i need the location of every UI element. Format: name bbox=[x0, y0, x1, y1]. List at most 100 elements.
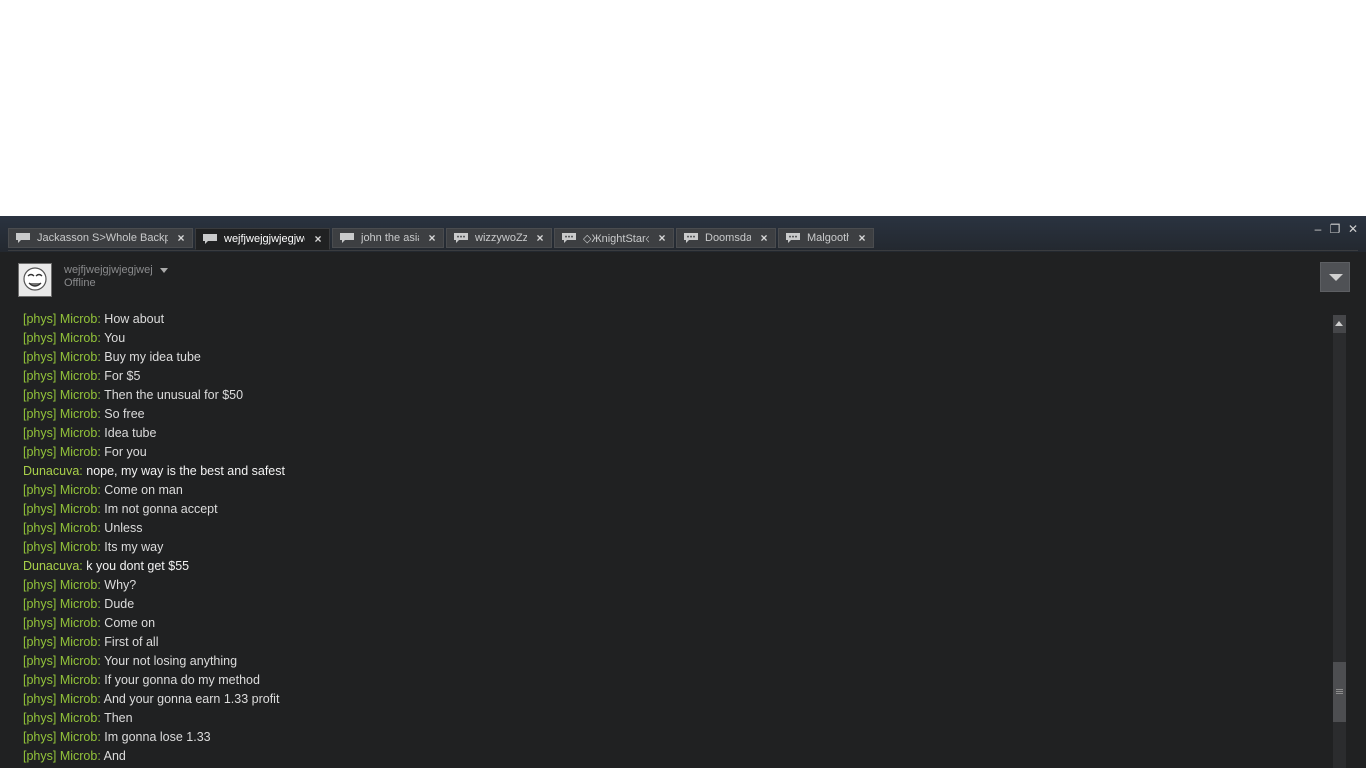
scroll-up-button[interactable] bbox=[1333, 315, 1346, 333]
message-text: Buy my idea tube bbox=[104, 350, 201, 364]
chat-tab[interactable]: Doomsday × bbox=[676, 228, 776, 248]
message-text: And your gonna earn 1.33 profit bbox=[103, 692, 280, 706]
message-text: How about bbox=[104, 312, 165, 326]
message-text: k you dont get $55 bbox=[86, 559, 190, 573]
chat-message: Dunacuva: k you dont get $55 bbox=[23, 557, 1313, 576]
title-bar: Jackasson S>Whole Backp... × wejfjwejgjwje… bbox=[0, 216, 1366, 252]
message-sender[interactable]: [phys] Microb bbox=[23, 350, 97, 364]
chat-bubble-dots-icon bbox=[684, 233, 698, 243]
message-text: Unless bbox=[104, 521, 143, 535]
chat-message: [phys] Microb: Why? bbox=[23, 576, 1313, 595]
message-sender[interactable]: [phys] Microb bbox=[23, 578, 97, 592]
message-text: You bbox=[104, 331, 126, 345]
message-sender[interactable]: [phys] Microb bbox=[23, 711, 97, 725]
message-sender[interactable]: [phys] Microb bbox=[23, 369, 97, 383]
chat-message: [phys] Microb: Come on bbox=[23, 614, 1313, 633]
message-sender[interactable]: [phys] Microb bbox=[23, 540, 97, 554]
chat-tab-label: wejfjwejgjwjegjwej bbox=[224, 233, 305, 245]
message-sender[interactable]: [phys] Microb bbox=[23, 312, 97, 326]
chat-tab-label: Malgooth bbox=[807, 232, 849, 244]
chat-tab-label: john the asian bbox=[361, 232, 419, 244]
close-tab-icon[interactable]: × bbox=[535, 231, 545, 245]
chat-tab[interactable]: Malgooth × bbox=[778, 228, 874, 248]
chat-message: [phys] Microb: So free bbox=[23, 405, 1313, 424]
chat-message: Dunacuva: nope, my way is the best and s… bbox=[23, 462, 1313, 481]
message-sender[interactable]: Dunacuva bbox=[23, 464, 79, 478]
chat-message: [phys] Microb: And your gonna earn 1.33 … bbox=[23, 690, 1313, 709]
message-text: Come on man bbox=[104, 483, 183, 497]
close-tab-icon[interactable]: × bbox=[657, 231, 667, 245]
message-sender[interactable]: [phys] Microb bbox=[23, 635, 97, 649]
chat-tab[interactable]: ◇ЖnightStar◇ × bbox=[554, 228, 674, 248]
chat-message: [phys] Microb: Idea tube bbox=[23, 424, 1313, 443]
chat-message: [phys] Microb: Buy my idea tube bbox=[23, 348, 1313, 367]
chat-message: [phys] Microb: First of all bbox=[23, 633, 1313, 652]
message-sender[interactable]: [phys] Microb bbox=[23, 692, 97, 706]
chat-tab[interactable]: john the asian × bbox=[332, 228, 444, 248]
avatar[interactable] bbox=[18, 263, 52, 297]
message-sender[interactable]: [phys] Microb bbox=[23, 616, 97, 630]
message-text: First of all bbox=[104, 635, 159, 649]
chat-bubble-dots-icon bbox=[786, 233, 800, 243]
chat-tab[interactable]: wejfjwejgjwjegjwej × bbox=[195, 228, 330, 250]
chat-tab[interactable]: Jackasson S>Whole Backp... × bbox=[8, 228, 193, 248]
message-sender[interactable]: [phys] Microb bbox=[23, 749, 97, 763]
friend-status: Offline bbox=[64, 277, 96, 289]
message-text: Your not losing anything bbox=[104, 654, 238, 668]
chat-message: [phys] Microb: For you bbox=[23, 443, 1313, 462]
chat-message: [phys] Microb: Come on man bbox=[23, 481, 1313, 500]
chat-message: [phys] Microb: Then the unusual for $50 bbox=[23, 386, 1313, 405]
chat-bubble-icon bbox=[340, 233, 354, 243]
chat-window: Jackasson S>Whole Backp... × wejfjwejgjwje… bbox=[0, 216, 1366, 768]
chat-tab[interactable]: wizzywoZzy × bbox=[446, 228, 552, 248]
message-text: Its my way bbox=[104, 540, 164, 554]
message-text: For $5 bbox=[104, 369, 141, 383]
close-tab-icon[interactable]: × bbox=[176, 231, 186, 245]
message-sender[interactable]: [phys] Microb bbox=[23, 673, 97, 687]
chat-message: [phys] Microb: Its my way bbox=[23, 538, 1313, 557]
message-text: Dude bbox=[104, 597, 135, 611]
chat-message: [phys] Microb: Your not losing anything bbox=[23, 652, 1313, 671]
close-tab-icon[interactable]: × bbox=[313, 232, 323, 246]
message-text: If your gonna do my method bbox=[104, 673, 260, 687]
chat-tab-label: wizzywoZzy bbox=[475, 232, 527, 244]
message-sender[interactable]: [phys] Microb bbox=[23, 597, 97, 611]
message-sender[interactable]: [phys] Microb bbox=[23, 483, 97, 497]
message-sender[interactable]: [phys] Microb bbox=[23, 407, 97, 421]
message-sender[interactable]: Dunacuva bbox=[23, 559, 79, 573]
chat-bubble-dots-icon bbox=[454, 233, 468, 243]
message-text: So free bbox=[104, 407, 145, 421]
message-text: Then the unusual for $50 bbox=[104, 388, 244, 402]
scrollbar-thumb[interactable] bbox=[1333, 662, 1346, 722]
message-text: Im not gonna accept bbox=[104, 502, 218, 516]
message-sender[interactable]: [phys] Microb bbox=[23, 502, 97, 516]
close-button[interactable]: ✕ bbox=[1346, 222, 1360, 236]
message-sender[interactable]: [phys] Microb bbox=[23, 388, 97, 402]
chat-options-button[interactable] bbox=[1320, 262, 1350, 292]
blank-area bbox=[0, 0, 1366, 216]
close-tab-icon[interactable]: × bbox=[427, 231, 437, 245]
message-sender[interactable]: [phys] Microb bbox=[23, 730, 97, 744]
message-sender[interactable]: [phys] Microb bbox=[23, 521, 97, 535]
chat-message: [phys] Microb: How about bbox=[23, 310, 1313, 329]
message-sender[interactable]: [phys] Microb bbox=[23, 445, 97, 459]
chat-tab-label: Doomsday bbox=[705, 232, 751, 244]
chat-message: [phys] Microb: Im not gonna accept bbox=[23, 500, 1313, 519]
chat-log: [phys] Microb: How about [phys] Microb: Y… bbox=[23, 310, 1313, 766]
message-sender[interactable]: [phys] Microb bbox=[23, 654, 97, 668]
message-sender[interactable]: [phys] Microb bbox=[23, 426, 97, 440]
message-text: Why? bbox=[104, 578, 137, 592]
chat-message: [phys] Microb: Im gonna lose 1.33 bbox=[23, 728, 1313, 747]
minimize-button[interactable]: – bbox=[1311, 222, 1325, 236]
friend-name[interactable]: wejfjwejgjwjegjwej bbox=[64, 264, 153, 276]
restore-button[interactable]: ❐ bbox=[1328, 222, 1342, 236]
chat-scrollbar[interactable] bbox=[1333, 315, 1346, 768]
message-text: For you bbox=[104, 445, 147, 459]
message-sender[interactable]: [phys] Microb bbox=[23, 331, 97, 345]
chat-message: [phys] Microb: Unless bbox=[23, 519, 1313, 538]
close-tab-icon[interactable]: × bbox=[759, 231, 769, 245]
friend-menu-dropdown-icon[interactable] bbox=[160, 268, 168, 273]
close-tab-icon[interactable]: × bbox=[857, 231, 867, 245]
message-text: Idea tube bbox=[104, 426, 157, 440]
chat-tab-label: Jackasson S>Whole Backp... bbox=[37, 232, 168, 244]
